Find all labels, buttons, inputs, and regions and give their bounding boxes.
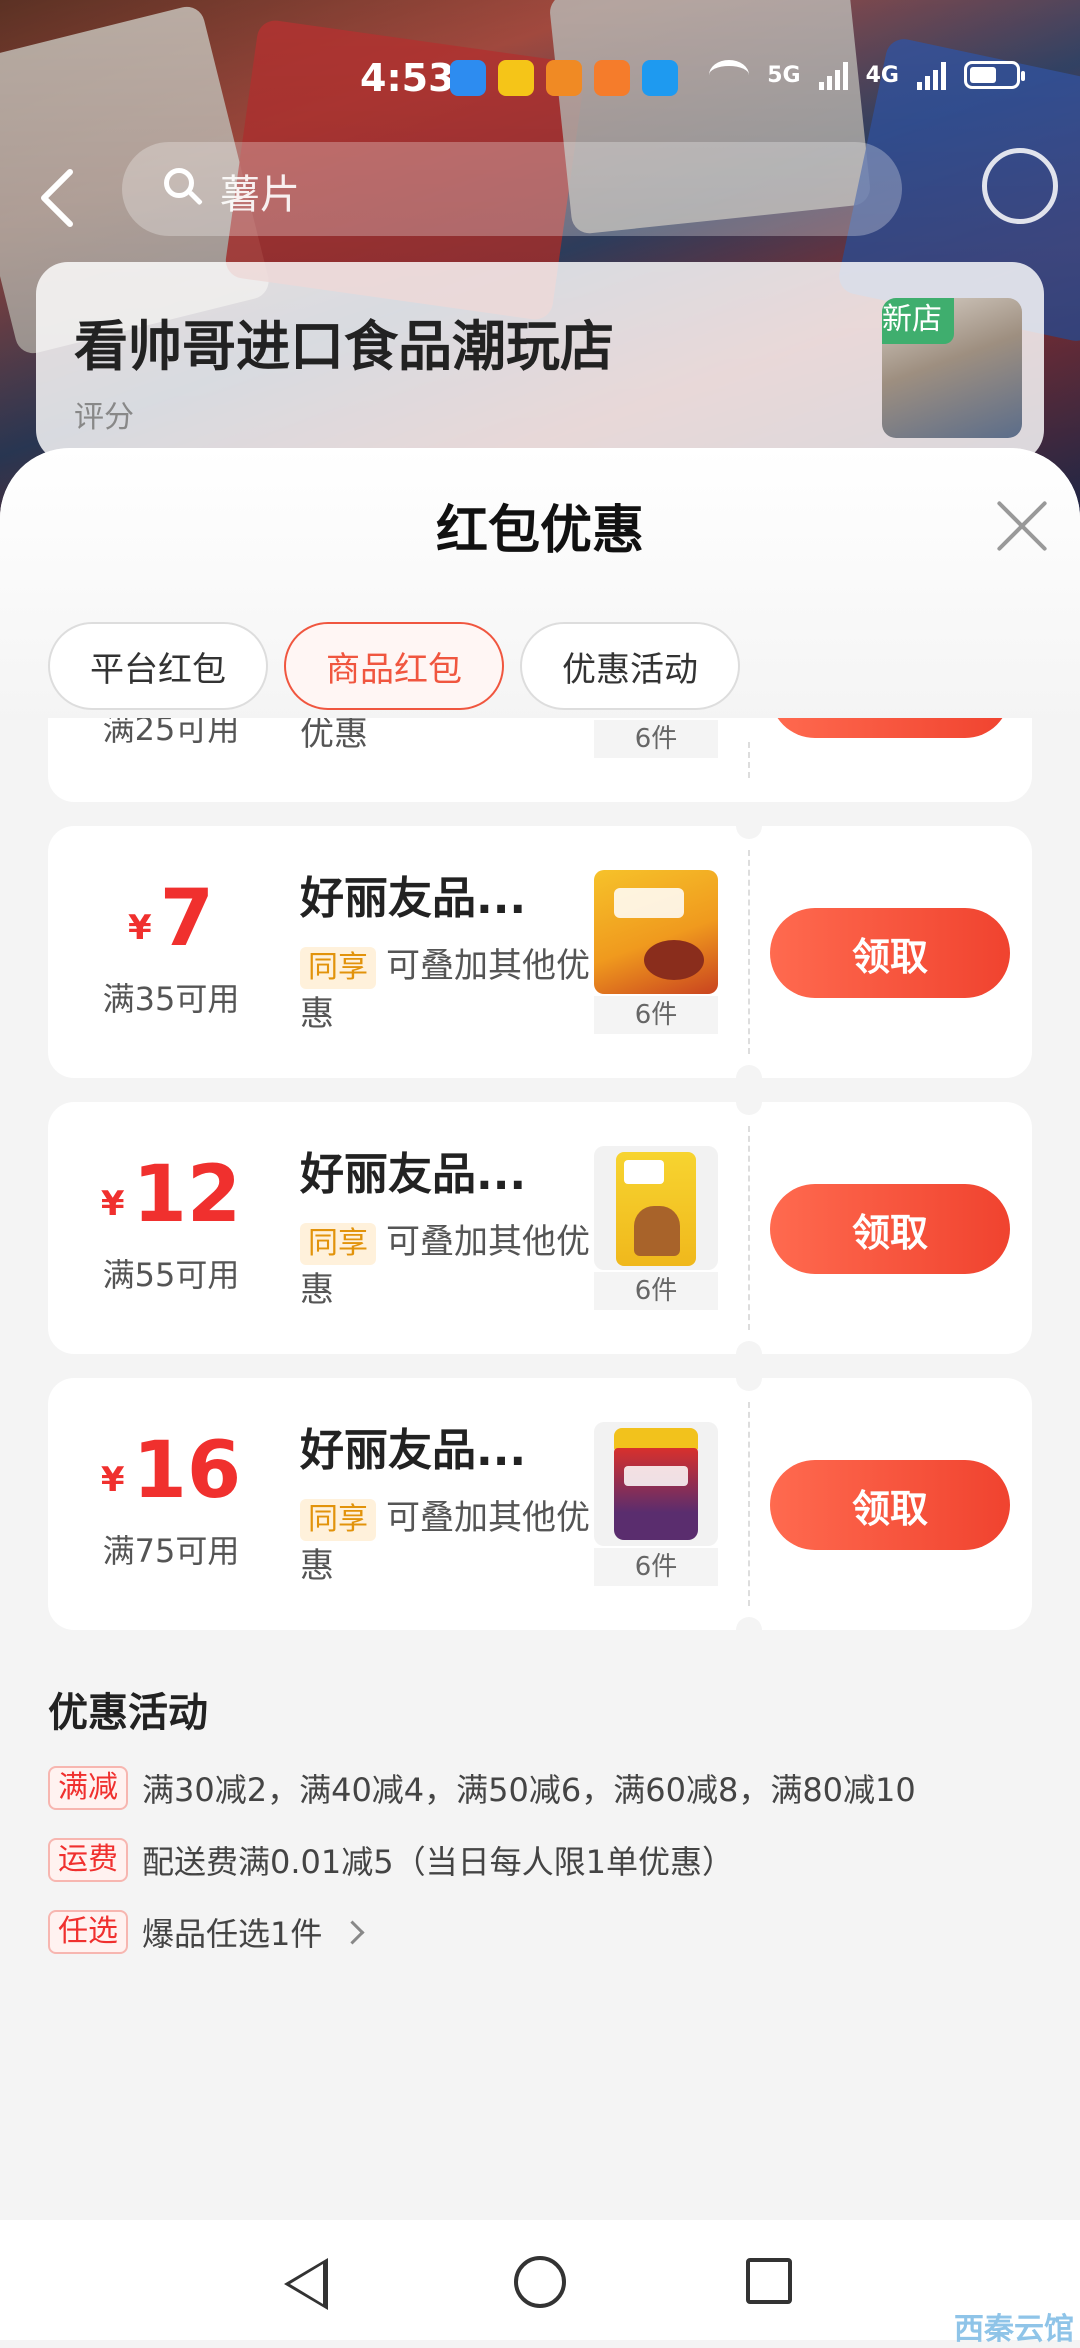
grab-button[interactable]: 领取: [770, 908, 1010, 998]
app-notification-icon: [498, 60, 534, 96]
network-5g-label: 5G: [767, 62, 801, 88]
coupon-condition: 满35可用: [102, 980, 240, 1018]
signal-icon: [917, 60, 946, 90]
product-count: 6件: [594, 720, 718, 758]
new-store-badge: 新店: [882, 298, 954, 344]
back-arrow-icon[interactable]: [38, 168, 78, 228]
coupon-condition: 满55可用: [102, 1256, 240, 1294]
promotion-tag: 任选: [48, 1910, 128, 1954]
stackable-tag: 同享: [300, 1499, 376, 1541]
app-notification-icon: [450, 60, 486, 96]
favorite-store-icon[interactable]: [982, 148, 1058, 224]
stackable-tag: 同享: [300, 1223, 376, 1265]
coupon-condition: 满25可用: [102, 718, 240, 748]
tab-product-red-packet[interactable]: 商品红包: [284, 622, 504, 710]
nav-home-icon[interactable]: [514, 2256, 566, 2308]
wifi-icon: [709, 60, 750, 90]
watermark-text: 西秦云馆: [954, 2312, 1074, 2347]
coupon-card: ¥12 满55可用 好丽友品... 同享 可叠加其他优惠 6件 领取: [48, 1089, 1032, 1367]
promotion-text: 满30减2，满40减4，满50减6，满60减8，满80减10: [142, 1771, 916, 1809]
coupon-amount: ¥12: [100, 1150, 242, 1240]
coupon-desc: 同享 可叠加其他优惠: [300, 946, 590, 1034]
product-count: 6件: [594, 996, 718, 1034]
grab-button[interactable]: [770, 718, 1010, 738]
coupon-condition: 满75可用: [102, 1532, 240, 1570]
snack-bag-image: [594, 870, 718, 994]
product-preview[interactable]: 6件: [594, 1146, 718, 1314]
store-photo[interactable]: 新店: [882, 298, 1022, 438]
red-packet-sheet: 红包优惠 平台红包 商品红包 优惠活动 满25可用 优惠 6件 ¥7 满35可用…: [0, 448, 1080, 2220]
app-notification-icon: [546, 60, 582, 96]
coupon-amount: ¥7: [128, 874, 214, 964]
search-icon: [164, 168, 194, 198]
chips-bag-image: [594, 1146, 718, 1270]
signal-icon: [818, 60, 848, 90]
coupon-title: 好丽友品...: [300, 873, 527, 924]
store-info-card: 看帅哥进口食品潮玩店 评分 新店: [36, 262, 1044, 462]
xylitol-jar-image: [594, 1422, 718, 1546]
promotion-row: 满减 满30减2，满40减4，满50减6，满60减8，满80减10: [48, 1766, 1032, 1810]
store-rating-label: 评分: [74, 400, 134, 435]
promotion-row-optional-pick[interactable]: 任选 爆品任选1件: [48, 1910, 1032, 1954]
nav-back-icon[interactable]: [284, 2258, 328, 2310]
system-navigation-bar: 西秦云馆: [0, 2220, 1080, 2347]
grab-button[interactable]: 领取: [770, 1460, 1010, 1550]
promotion-tag: 运费: [48, 1838, 128, 1882]
coupon-desc: 优惠: [300, 718, 368, 754]
grab-button[interactable]: 领取: [770, 1184, 1010, 1274]
status-bar: 4:53 5G 4G: [0, 50, 1080, 110]
product-preview[interactable]: 6件: [594, 870, 718, 1038]
tab-platform-red-packet[interactable]: 平台红包: [48, 622, 268, 710]
close-icon[interactable]: [994, 498, 1050, 554]
status-time: 4:53: [360, 56, 455, 100]
app-notification-icon: [642, 60, 678, 96]
chevron-right-icon: [340, 1919, 365, 1945]
coupon-title: 好丽友品...: [300, 1425, 527, 1476]
coupon-amount: ¥16: [100, 1426, 242, 1516]
product-preview[interactable]: 6件: [594, 1422, 718, 1590]
nav-recent-apps-icon[interactable]: [746, 2258, 792, 2304]
product-count: 6件: [594, 1548, 718, 1586]
product-count: 6件: [594, 1272, 718, 1310]
coupon-desc: 同享 可叠加其他优惠: [300, 1222, 590, 1310]
coupon-card: ¥7 满35可用 好丽友品... 同享 可叠加其他优惠 6件 领取: [48, 813, 1032, 1091]
coupon-desc: 同享 可叠加其他优惠: [300, 1498, 590, 1586]
promotions-title: 优惠活动: [48, 1690, 208, 1736]
promotions-section: 优惠活动 满减 满30减2，满40减4，满50减6，满60减8，满80减10 运…: [48, 1680, 1032, 1954]
coupon-card: ¥16 满75可用 好丽友品... 同享 可叠加其他优惠 6件 领取: [48, 1365, 1032, 1643]
sheet-title: 红包优惠: [435, 501, 644, 561]
app-notification-icon: [594, 60, 630, 96]
coupon-list: 满25可用 优惠 6件 ¥7 满35可用 好丽友品... 同享 可叠加其他优惠 6: [48, 718, 1032, 1654]
promotion-row: 运费 配送费满0.01减5（当日每人限1单优惠）: [48, 1838, 1032, 1882]
coupon-title: 好丽友品...: [300, 1149, 527, 1200]
coupon-card-partial: 满25可用 优惠 6件: [48, 718, 1032, 802]
promotion-text: 配送费满0.01减5（当日每人限1单优惠）: [142, 1843, 734, 1881]
network-4g-label: 4G: [865, 62, 899, 88]
store-name: 看帅哥进口食品潮玩店: [74, 315, 614, 378]
promotion-tag: 满减: [48, 1766, 128, 1810]
tab-promotions[interactable]: 优惠活动: [520, 622, 740, 710]
stackable-tag: 同享: [300, 947, 376, 989]
promotion-text: 爆品任选1件: [142, 1915, 323, 1953]
coupon-tabs: 平台红包 商品红包 优惠活动: [48, 622, 740, 710]
search-bar[interactable]: 薯片: [122, 142, 902, 236]
battery-icon: [964, 61, 1025, 89]
search-text: 薯片: [220, 172, 300, 218]
